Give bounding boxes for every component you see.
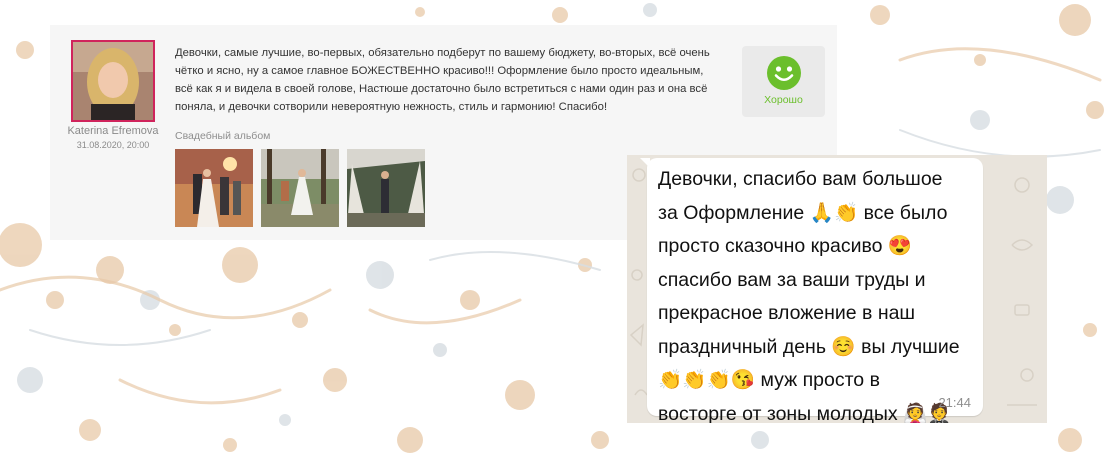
chat-line: восторге от зоны молодых 👰🤵 bbox=[658, 402, 952, 424]
review-text: Девочки, самые лучшие, во-первых, обязат… bbox=[175, 47, 710, 113]
album-label: Свадебный альбом bbox=[175, 130, 271, 142]
chat-screenshot: Девочки, спасибо вам большое за Оформлен… bbox=[627, 155, 1047, 423]
reviewer-name[interactable]: Katerina Efremova bbox=[60, 125, 166, 137]
smile-icon bbox=[767, 56, 801, 90]
rating-label: Хорошо bbox=[764, 94, 803, 106]
bubble-tail bbox=[640, 158, 650, 168]
review-date: 31.08.2020, 20:00 bbox=[76, 140, 150, 150]
chat-line: просто сказочно красиво 😍 bbox=[658, 235, 913, 257]
chat-line: спасибо вам за ваши труды и bbox=[658, 268, 926, 291]
chat-line: Девочки, спасибо вам большое bbox=[658, 168, 943, 190]
chat-line: праздничный день ☺️ вы лучшие bbox=[658, 335, 960, 358]
album-photo-3[interactable] bbox=[347, 149, 425, 227]
chat-line: 👏👏👏😘 муж просто в bbox=[658, 369, 880, 391]
chat-message-bubble: Девочки, спасибо вам большое за Оформлен… bbox=[640, 158, 983, 423]
rating-badge: Хорошо bbox=[742, 46, 825, 117]
chat-message-text: Девочки, спасибо вам большое за Оформлен… bbox=[658, 163, 978, 423]
avatar-photo bbox=[73, 42, 153, 120]
avatar[interactable] bbox=[71, 40, 155, 122]
album-photo-2[interactable] bbox=[261, 149, 339, 227]
message-timestamp: 21:44 bbox=[938, 395, 971, 410]
chat-line: за Оформление 🙏👏 все было bbox=[658, 201, 948, 224]
chat-line: прекрасное вложение в наш bbox=[658, 302, 916, 324]
album-photo-1[interactable] bbox=[175, 149, 253, 227]
